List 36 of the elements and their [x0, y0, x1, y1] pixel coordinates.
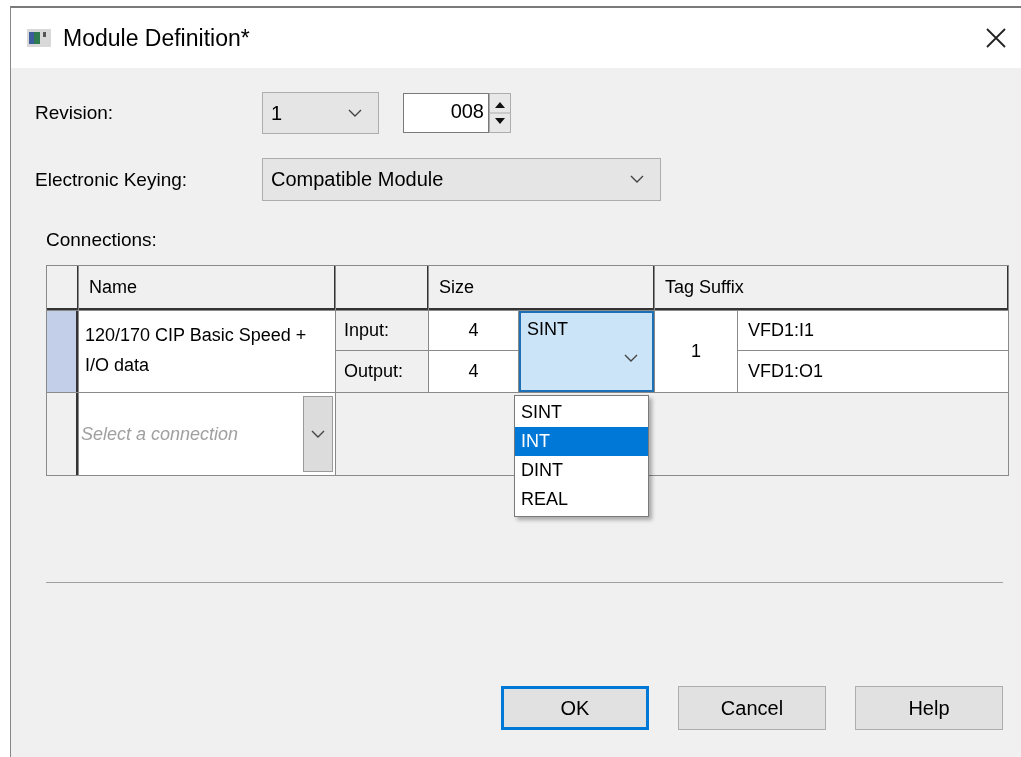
table-cell: 1	[655, 311, 737, 392]
spinner-icon[interactable]	[489, 93, 511, 133]
electronic-keying-dropdown[interactable]: Compatible Module	[262, 158, 661, 201]
electronic-keying-label: Electronic Keying:	[35, 168, 189, 191]
column-header: Size	[429, 266, 654, 310]
chevron-icon	[348, 108, 362, 118]
row-header[interactable]	[47, 311, 78, 392]
column-header: Name	[79, 266, 335, 310]
chevron-icon	[624, 354, 638, 363]
revision-major-dropdown[interactable]: 1	[262, 92, 379, 134]
table-cell: Output:	[336, 351, 428, 392]
table-cell: VFD1:O1	[738, 351, 1008, 392]
connections-label: Connections:	[46, 229, 157, 250]
window-icon	[27, 29, 51, 47]
chevron-icon	[630, 175, 644, 184]
table-cell: VFD1:I1	[738, 311, 1008, 350]
table-cell: Input:	[336, 311, 428, 350]
dropdown-option[interactable]: REAL	[515, 485, 648, 514]
default-button[interactable]: OK	[501, 686, 649, 730]
table-cell: 4	[429, 311, 518, 350]
row-header[interactable]	[47, 393, 78, 475]
dropdown-option[interactable]: DINT	[515, 456, 648, 485]
window-title: Module Definition*	[63, 24, 251, 52]
revision-minor-field[interactable]: 008	[403, 93, 489, 133]
column-header: Tag Suffix	[655, 266, 1008, 310]
dropdown-option[interactable]: SINT	[515, 398, 648, 427]
dialog-button[interactable]: Help	[855, 686, 1003, 730]
header-cell	[47, 266, 78, 310]
chevron-icon	[311, 429, 325, 439]
revision-label: Revision:	[35, 102, 115, 124]
table-cell: 120/170 CIP Basic Speed + I/O data	[79, 311, 335, 392]
close-icon[interactable]	[985, 27, 1007, 49]
table-cell: 4	[429, 351, 518, 392]
dropdown-option[interactable]: INT	[515, 427, 648, 456]
dialog-button[interactable]: Cancel	[678, 686, 826, 730]
data-type-dropdown[interactable]: SINT	[519, 311, 654, 392]
